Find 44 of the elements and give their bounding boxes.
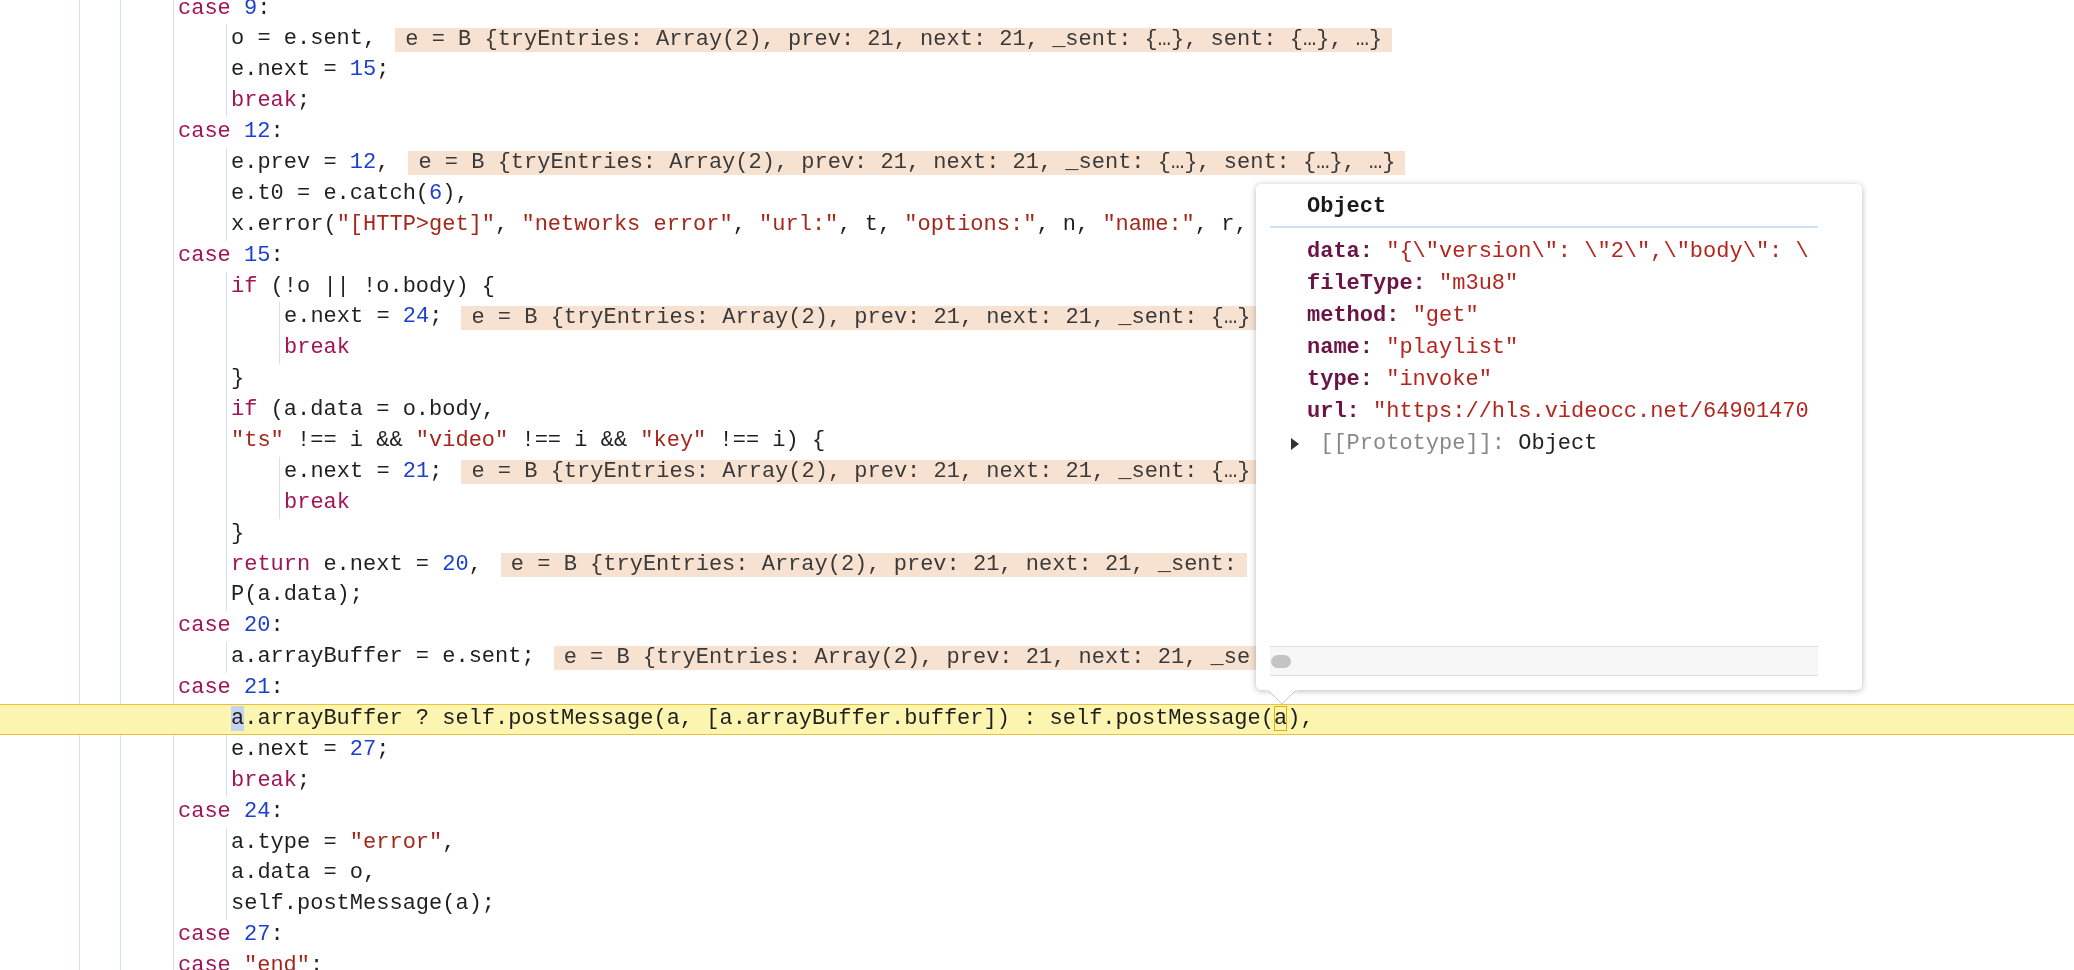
code-text: self.postMessage(a); [231, 890, 496, 919]
inline-value: e = B {tryEntries: Array(2), prev: 21, next: 21, _sent: {…}, sent: {…}, …} [408, 151, 1406, 176]
property-row-text: url: "https://hls.videocc.net/64901470 [1307, 398, 1810, 426]
code-text: a.type = "error", [231, 828, 456, 857]
code-text: case 24: [178, 797, 284, 826]
code-text: case 12: [178, 118, 284, 147]
property-row-text: data: "{\"version\": \"2\",\"body\": \ [1307, 238, 1810, 266]
code-text: if (a.data = o.body, [231, 396, 496, 425]
code-text: e.next = 24; [284, 303, 443, 332]
code-text: e.prev = 12, [231, 148, 390, 177]
property-row-text: method: "get" [1307, 302, 1480, 330]
scrollbar-thumb[interactable] [1271, 654, 1291, 668]
code-text: a.arrayBuffer ? self.postMessage(a, [a.arrayBuffer.buffer]) : self.postMessage(a), [231, 705, 1314, 733]
code-text: return e.next = 20, [231, 550, 482, 579]
prototype-row[interactable]: [[Prototype]]: Object [1320, 431, 1598, 456]
popover-title: Object [1270, 184, 1818, 228]
property-row-text: name: "playlist" [1307, 334, 1520, 362]
code-text: } [231, 365, 245, 394]
code-text: break [284, 488, 350, 517]
property-row-text: type: "invoke" [1307, 366, 1493, 394]
expand-triangle-icon[interactable] [1290, 438, 1300, 450]
code-text: e.next = 27; [231, 735, 390, 764]
code-text: case 20: [178, 612, 284, 641]
code-text: case 15: [178, 241, 284, 270]
code-text: o = e.sent, [231, 25, 377, 54]
code-text: x.error("[HTTP>get]", "networks error", "url:", t, "options:", n, "name:", r, [231, 210, 1248, 239]
code-text: if (!o || !o.body) { [231, 272, 496, 301]
code-text: P(a.data); [231, 581, 364, 610]
code-text: a.arrayBuffer = e.sent; [231, 643, 535, 672]
code-text: case 27: [178, 921, 284, 950]
horizontal-scrollbar[interactable] [1270, 646, 1818, 676]
inline-value: e = B {tryEntries: Array(2), prev: 21, next: 21, _sent: [500, 552, 1247, 577]
code-text: break [284, 334, 350, 363]
code-text: break; [231, 766, 311, 795]
code-text: a.data = o, [231, 859, 377, 888]
code-text: case 21: [178, 674, 284, 703]
code-text: "ts" !== i && "video" !== i && "key" !== i) { [231, 426, 826, 455]
code-text: e.next = 21; [284, 457, 443, 486]
inline-value: e = B {tryEntries: Array(2), prev: 21, next: 21, _sent: {…}, sent: {…}, …} [395, 27, 1393, 52]
property-row-text: fileType: "m3u8" [1307, 270, 1520, 298]
code-text: break; [231, 87, 311, 116]
code-text: } [231, 519, 245, 548]
code-text: e.t0 = e.catch(6), [231, 179, 469, 208]
code-text: e.next = 15; [231, 56, 390, 85]
